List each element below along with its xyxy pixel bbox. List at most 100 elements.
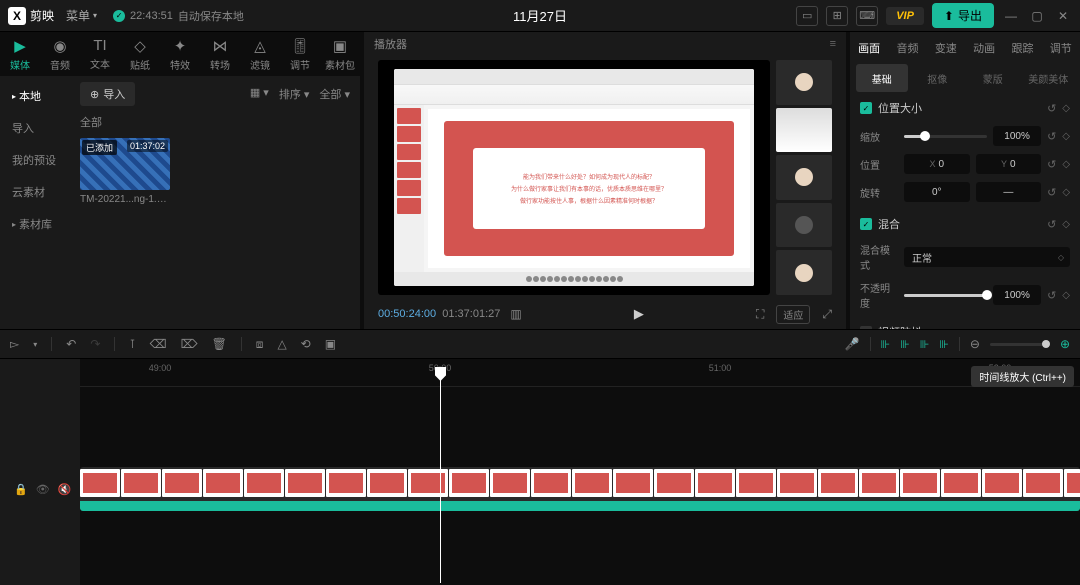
rotation-keyframe[interactable]: ◇ bbox=[1062, 187, 1070, 198]
check-off-icon[interactable] bbox=[860, 326, 872, 329]
tab-media[interactable]: ▶媒体 bbox=[0, 32, 40, 76]
tab-text[interactable]: TI文本 bbox=[80, 32, 120, 76]
snap-2[interactable]: ⊪ bbox=[900, 338, 910, 351]
sticker-icon: ◇ bbox=[134, 37, 146, 55]
tab-adjust[interactable]: 🎚调节 bbox=[280, 32, 320, 76]
delete-button[interactable]: 🗑 bbox=[212, 337, 227, 351]
media-item[interactable]: 已添加 01:37:02 TM-20221...ng-1.mp4 bbox=[80, 138, 170, 205]
fullscreen-icon[interactable]: ⛶ bbox=[756, 307, 764, 322]
blend-mode-select[interactable]: 正常 ◇ bbox=[904, 247, 1070, 267]
save-status: ✓ 22:43:51 自动保存本地 bbox=[113, 8, 244, 24]
app-logo: X 剪映 bbox=[8, 7, 54, 25]
view-filter[interactable]: 全部 ▾ bbox=[319, 86, 350, 102]
view-grid[interactable]: ▦ ▾ bbox=[250, 86, 269, 102]
opacity-value[interactable]: 100% bbox=[993, 285, 1041, 305]
position-y[interactable]: Y0 bbox=[976, 154, 1042, 174]
tab-filter[interactable]: ◬滤镜 bbox=[240, 32, 280, 76]
subtab-mask[interactable]: 蒙版 bbox=[967, 64, 1019, 92]
playhead[interactable] bbox=[440, 373, 441, 583]
shortcut-icon[interactable]: ⌨ bbox=[856, 6, 878, 26]
import-button[interactable]: ⊕ 导入 bbox=[80, 82, 135, 106]
snap-4[interactable]: ⊪ bbox=[939, 338, 949, 351]
reset-icon[interactable]: ↺ bbox=[1047, 218, 1056, 231]
tab-transition[interactable]: ⋈转场 bbox=[200, 32, 240, 76]
sidebar-cloud[interactable]: 云素材 bbox=[0, 176, 70, 208]
sidebar-local[interactable]: ▸本地 bbox=[0, 80, 70, 112]
rotation-value[interactable]: 0° bbox=[904, 182, 970, 202]
keyframe-icon[interactable]: ◇ bbox=[1062, 103, 1070, 114]
mirror-button[interactable]: △ bbox=[277, 337, 286, 351]
select-tool[interactable]: ▻ bbox=[10, 337, 19, 351]
opacity-keyframe[interactable]: ◇ bbox=[1062, 290, 1070, 301]
close-button[interactable]: ✕ bbox=[1054, 9, 1072, 23]
position-x[interactable]: X0 bbox=[904, 154, 970, 174]
tab-sticker[interactable]: ◇贴纸 bbox=[120, 32, 160, 76]
video-clip[interactable] bbox=[80, 467, 1080, 511]
mute-icon[interactable]: 🔇 bbox=[58, 483, 72, 496]
snap-1[interactable]: ⊪ bbox=[881, 338, 891, 351]
subtab-cutout[interactable]: 抠像 bbox=[912, 64, 964, 92]
position-keyframe[interactable]: ◇ bbox=[1062, 159, 1070, 170]
track-controls[interactable]: 🔒 👁 🔇 bbox=[0, 465, 80, 513]
prop-tab-audio[interactable]: 音频 bbox=[888, 32, 926, 64]
subtab-basic[interactable]: 基础 bbox=[856, 64, 908, 92]
maximize-button[interactable]: ▢ bbox=[1028, 9, 1046, 23]
check-icon[interactable]: ✓ bbox=[860, 218, 872, 230]
tab-audio[interactable]: ◉音频 bbox=[40, 32, 80, 76]
vip-badge[interactable]: VIP bbox=[886, 7, 924, 25]
app-name: 剪映 bbox=[30, 7, 54, 24]
rotation-reset[interactable]: ↺ bbox=[1047, 186, 1056, 199]
mic-button[interactable]: 🎤 bbox=[845, 337, 860, 351]
crop-button[interactable]: ▣ bbox=[325, 337, 336, 351]
redo-button[interactable]: ↷ bbox=[90, 337, 100, 351]
player-menu-icon[interactable]: ≡ bbox=[830, 38, 836, 50]
layout-icon-1[interactable]: ▭ bbox=[796, 6, 818, 26]
zoom-in-button[interactable]: ⊕ bbox=[1060, 337, 1070, 351]
delete-right[interactable]: ⌦ bbox=[181, 337, 198, 351]
scale-reset[interactable]: ↺ bbox=[1047, 130, 1056, 143]
duration-label: 01:37:02 bbox=[127, 140, 168, 152]
transition-icon: ⋈ bbox=[213, 37, 228, 55]
split-button[interactable]: ⊺ bbox=[129, 337, 135, 351]
player-viewport[interactable]: 能为我们带来什么好处？如何成为现代人的标配？ 为什么做行家事让我们有本事的话，优… bbox=[378, 60, 770, 295]
ratio-button[interactable]: 适应 bbox=[776, 305, 810, 324]
compare-icon[interactable]: ▥ bbox=[510, 307, 521, 321]
zoom-out-button[interactable]: ⊖ bbox=[970, 337, 980, 351]
sidebar-preset[interactable]: 我的预设 bbox=[0, 144, 70, 176]
lock-icon[interactable]: 🔒 bbox=[14, 483, 28, 496]
rotate-button[interactable]: ⟲ bbox=[301, 337, 311, 351]
position-reset[interactable]: ↺ bbox=[1047, 158, 1056, 171]
tab-pack[interactable]: ▣素材包 bbox=[320, 32, 360, 76]
scale-slider[interactable] bbox=[904, 135, 987, 138]
opacity-reset[interactable]: ↺ bbox=[1047, 289, 1056, 302]
prop-tab-anim[interactable]: 动画 bbox=[965, 32, 1003, 64]
freeze-button[interactable]: ⧈ bbox=[256, 337, 264, 352]
snap-3[interactable]: ⊪ bbox=[920, 338, 930, 351]
menu-button[interactable]: 菜单 ▾ bbox=[66, 7, 97, 24]
sidebar-library[interactable]: ▸素材库 bbox=[0, 208, 70, 240]
prop-tab-speed[interactable]: 变速 bbox=[927, 32, 965, 64]
sidebar-import[interactable]: 导入 bbox=[0, 112, 70, 144]
export-button[interactable]: ⬆ 导出 bbox=[932, 3, 994, 28]
prop-tab-adjust[interactable]: 调节 bbox=[1042, 32, 1080, 64]
tab-effect[interactable]: ✦特效 bbox=[160, 32, 200, 76]
undo-button[interactable]: ↶ bbox=[66, 337, 76, 351]
minimize-button[interactable]: — bbox=[1002, 9, 1020, 23]
play-button[interactable]: ▶ bbox=[634, 306, 644, 322]
scale-value[interactable]: 100% bbox=[993, 126, 1041, 146]
opacity-slider[interactable] bbox=[904, 294, 987, 297]
prop-tab-track[interactable]: 跟踪 bbox=[1003, 32, 1041, 64]
expand-icon[interactable]: ⤢ bbox=[822, 307, 832, 322]
zoom-slider[interactable] bbox=[990, 343, 1050, 346]
tool-dropdown[interactable]: ▾ bbox=[33, 340, 37, 349]
prop-tab-picture[interactable]: 画面 bbox=[850, 32, 888, 64]
view-sort[interactable]: 排序 ▾ bbox=[279, 86, 310, 102]
delete-left[interactable]: ⌫ bbox=[150, 337, 167, 351]
keyframe-icon[interactable]: ◇ bbox=[1062, 219, 1070, 230]
scale-keyframe[interactable]: ◇ bbox=[1062, 131, 1070, 142]
eye-icon[interactable]: 👁 bbox=[36, 483, 50, 496]
check-icon[interactable]: ✓ bbox=[860, 102, 872, 114]
subtab-beauty[interactable]: 美颜美体 bbox=[1023, 64, 1075, 92]
layout-icon-2[interactable]: ⊞ bbox=[826, 6, 848, 26]
reset-icon[interactable]: ↺ bbox=[1047, 102, 1056, 115]
